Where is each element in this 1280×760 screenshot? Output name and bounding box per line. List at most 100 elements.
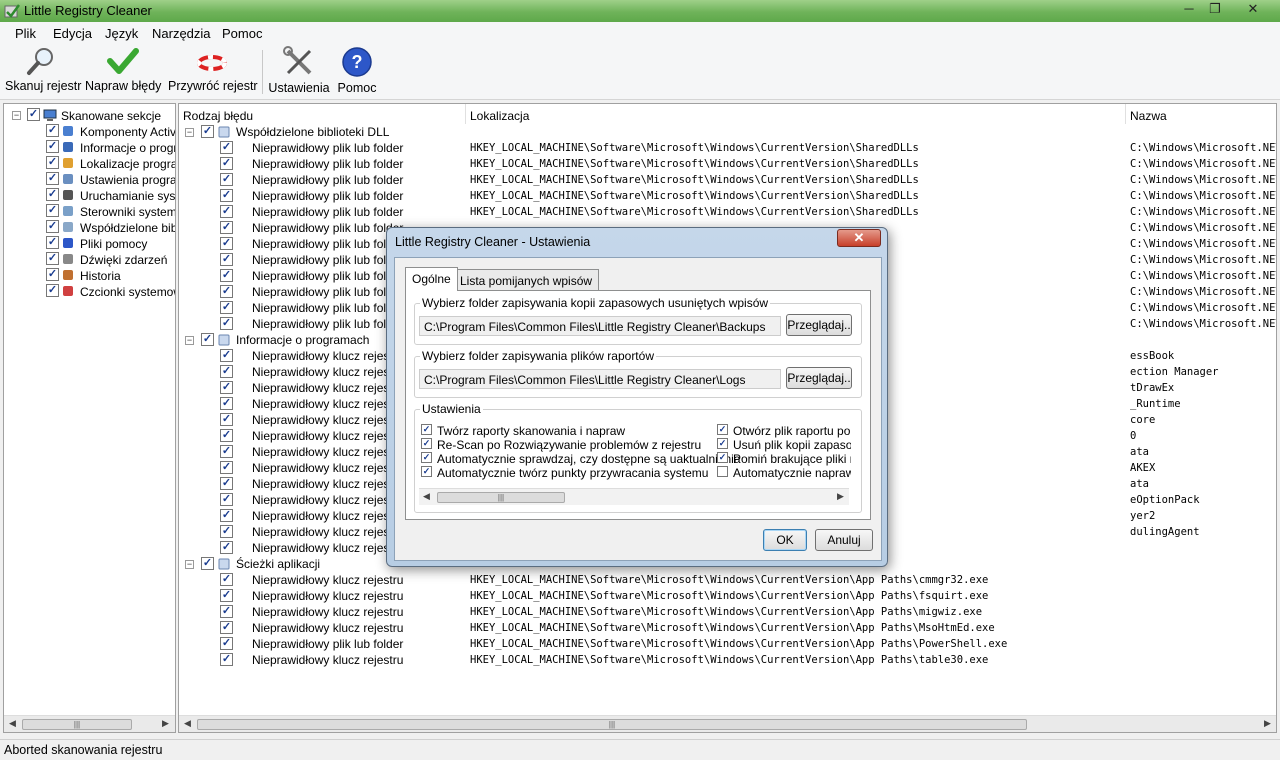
row-checkbox[interactable]: ✓ (220, 269, 233, 282)
row-checkbox[interactable]: ✓ (220, 173, 233, 186)
tree-item[interactable]: ✓ Informacje o programach (4, 139, 175, 155)
row-checkbox[interactable]: ✓ (220, 301, 233, 314)
tree-item-checkbox[interactable]: ✓ (46, 188, 59, 201)
tree-horizontal-scrollbar[interactable]: ◀ ||| ▶ (4, 715, 175, 732)
option-checkbox[interactable]: ✓ (421, 466, 432, 477)
row-checkbox[interactable]: ✓ (220, 445, 233, 458)
table-row[interactable]: ✓ Nieprawidłowy klucz rejestru HKEY_LOCAL_… (179, 652, 1276, 668)
ok-button[interactable]: OK (763, 529, 807, 551)
row-checkbox[interactable]: ✓ (220, 621, 233, 634)
table-row[interactable]: ✓ Nieprawidłowy klucz rejestru HKEY_LOCAL_… (179, 572, 1276, 588)
group-collapse-toggle[interactable]: − (185, 560, 194, 569)
row-checkbox[interactable]: ✓ (220, 285, 233, 298)
menu-narzedzia[interactable]: Narzędzia (152, 26, 211, 41)
table-row[interactable]: ✓ Nieprawidłowy klucz rejestru HKEY_LOCAL_… (179, 604, 1276, 620)
group-checkbox[interactable]: ✓ (201, 125, 214, 138)
tree-item[interactable]: ✓ Dźwięki zdarzeń (4, 251, 174, 267)
table-row[interactable]: ✓ Nieprawidłowy plik lub folder HKEY_LOCAL… (179, 204, 1276, 220)
grid-horizontal-scrollbar[interactable]: ◀ ||| ▶ (179, 715, 1276, 732)
tree-item-checkbox[interactable]: ✓ (46, 156, 59, 169)
row-checkbox[interactable]: ✓ (220, 541, 233, 554)
group-checkbox[interactable]: ✓ (201, 557, 214, 570)
group-row[interactable]: − ✓ Współdzielone biblioteki DLL (179, 124, 1276, 140)
option-checkbox[interactable]: ✓ (717, 424, 728, 435)
row-checkbox[interactable]: ✓ (220, 157, 233, 170)
tree-item[interactable]: ✓ Ustawienia programów (4, 171, 175, 187)
table-row[interactable]: ✓ Nieprawidłowy plik lub folder HKEY_LOCAL… (179, 188, 1276, 204)
row-checkbox[interactable]: ✓ (220, 221, 233, 234)
group-collapse-toggle[interactable]: − (185, 128, 194, 137)
tree-item[interactable]: ✓ Pliki pomocy (4, 235, 174, 251)
table-row[interactable]: ✓ Nieprawidłowy plik lub folder HKEY_LOCAL… (179, 156, 1276, 172)
tree-item[interactable]: ✓ Historia (4, 267, 174, 283)
backup-browse-button[interactable]: Przeglądaj.. (786, 314, 852, 336)
table-row[interactable]: ✓ Nieprawidłowy klucz rejestru HKEY_LOCAL_… (179, 588, 1276, 604)
tree-item-checkbox[interactable]: ✓ (46, 124, 59, 137)
tree-item-checkbox[interactable]: ✓ (46, 252, 59, 265)
option-checkbox[interactable]: ✓ (421, 424, 432, 435)
column-header-name[interactable]: Nazwa (1126, 104, 1276, 124)
table-row[interactable]: ✓ Nieprawidłowy plik lub folder HKEY_LOCAL… (179, 172, 1276, 188)
menu-edycja[interactable]: Edycja (53, 26, 92, 41)
tree-root-checkbox[interactable]: ✓ (27, 108, 40, 121)
maximize-button[interactable]: ❐ (1200, 0, 1230, 18)
restore-registry-button[interactable]: Przywróć rejestr (168, 46, 258, 93)
row-checkbox[interactable]: ✓ (220, 237, 233, 250)
menu-pomoc[interactable]: Pomoc (222, 26, 262, 41)
tree-item[interactable]: ✓ Współdzielone biblioteki DLL (4, 219, 175, 235)
tree-item-checkbox[interactable]: ✓ (46, 172, 59, 185)
row-checkbox[interactable]: ✓ (220, 573, 233, 586)
tree-item-checkbox[interactable]: ✓ (46, 236, 59, 249)
tree-item-checkbox[interactable]: ✓ (46, 204, 59, 217)
tree-item-checkbox[interactable]: ✓ (46, 140, 59, 153)
tab-general[interactable]: Ogólne (405, 267, 458, 291)
row-checkbox[interactable]: ✓ (220, 381, 233, 394)
row-checkbox[interactable]: ✓ (220, 637, 233, 650)
column-header-location[interactable]: Lokalizacja (466, 104, 1126, 124)
fix-errors-button[interactable]: Napraw błędy (85, 46, 161, 93)
row-checkbox[interactable]: ✓ (220, 509, 233, 522)
row-checkbox[interactable]: ✓ (220, 429, 233, 442)
dialog-close-button[interactable]: ✕ (837, 229, 881, 247)
option-checkbox[interactable]: ✓ (717, 438, 728, 449)
option-checkbox[interactable]: ✓ (717, 452, 728, 463)
menu-jezyk[interactable]: Język (105, 26, 138, 41)
row-checkbox[interactable]: ✓ (220, 365, 233, 378)
table-row[interactable]: ✓ Nieprawidłowy plik lub folder HKEY_LOCAL… (179, 636, 1276, 652)
row-checkbox[interactable]: ✓ (220, 317, 233, 330)
group-collapse-toggle[interactable]: − (185, 336, 194, 345)
row-checkbox[interactable]: ✓ (220, 477, 233, 490)
column-header-type[interactable]: Rodzaj błędu (179, 104, 466, 124)
row-checkbox[interactable]: ✓ (220, 525, 233, 538)
log-folder-field[interactable]: C:\Program Files\Common Files\Little Reg… (419, 369, 781, 389)
row-checkbox[interactable]: ✓ (220, 413, 233, 426)
row-checkbox[interactable]: ✓ (220, 205, 233, 218)
option-checkbox[interactable]: ✓ (421, 452, 432, 463)
option-checkbox[interactable] (717, 466, 728, 477)
row-checkbox[interactable]: ✓ (220, 141, 233, 154)
option-checkbox[interactable]: ✓ (421, 438, 432, 449)
table-row[interactable]: ✓ Nieprawidłowy klucz rejestru HKEY_LOCAL_… (179, 620, 1276, 636)
tree-item-checkbox[interactable]: ✓ (46, 268, 59, 281)
settings-button[interactable]: Ustawienia (268, 46, 330, 95)
close-window-button[interactable]: ✕ (1236, 0, 1270, 18)
row-checkbox[interactable]: ✓ (220, 461, 233, 474)
tree-item[interactable]: ✓ Czcionki systemowe (4, 283, 175, 299)
tree-item[interactable]: ✓ Lokalizacje programów (4, 155, 175, 171)
tree-collapse-toggle[interactable]: − (12, 111, 21, 120)
row-checkbox[interactable]: ✓ (220, 605, 233, 618)
tree-item[interactable]: ✓ Komponenty ActiveX (4, 123, 175, 139)
row-checkbox[interactable]: ✓ (220, 397, 233, 410)
tree-item[interactable]: ✓ Uruchamianie systemu (4, 187, 175, 203)
tree-item[interactable]: ✓ Sterowniki systemowe (4, 203, 175, 219)
menu-plik[interactable]: Plik (15, 26, 36, 41)
row-checkbox[interactable]: ✓ (220, 653, 233, 666)
tab-exclude-list[interactable]: Lista pomijanych wpisów (453, 269, 600, 290)
help-button[interactable]: ? Pomoc (336, 46, 378, 95)
tree-item-checkbox[interactable]: ✓ (46, 220, 59, 233)
row-checkbox[interactable]: ✓ (220, 189, 233, 202)
row-checkbox[interactable]: ✓ (220, 493, 233, 506)
backup-folder-field[interactable]: C:\Program Files\Common Files\Little Reg… (419, 316, 781, 336)
tree-item-checkbox[interactable]: ✓ (46, 284, 59, 297)
row-checkbox[interactable]: ✓ (220, 253, 233, 266)
